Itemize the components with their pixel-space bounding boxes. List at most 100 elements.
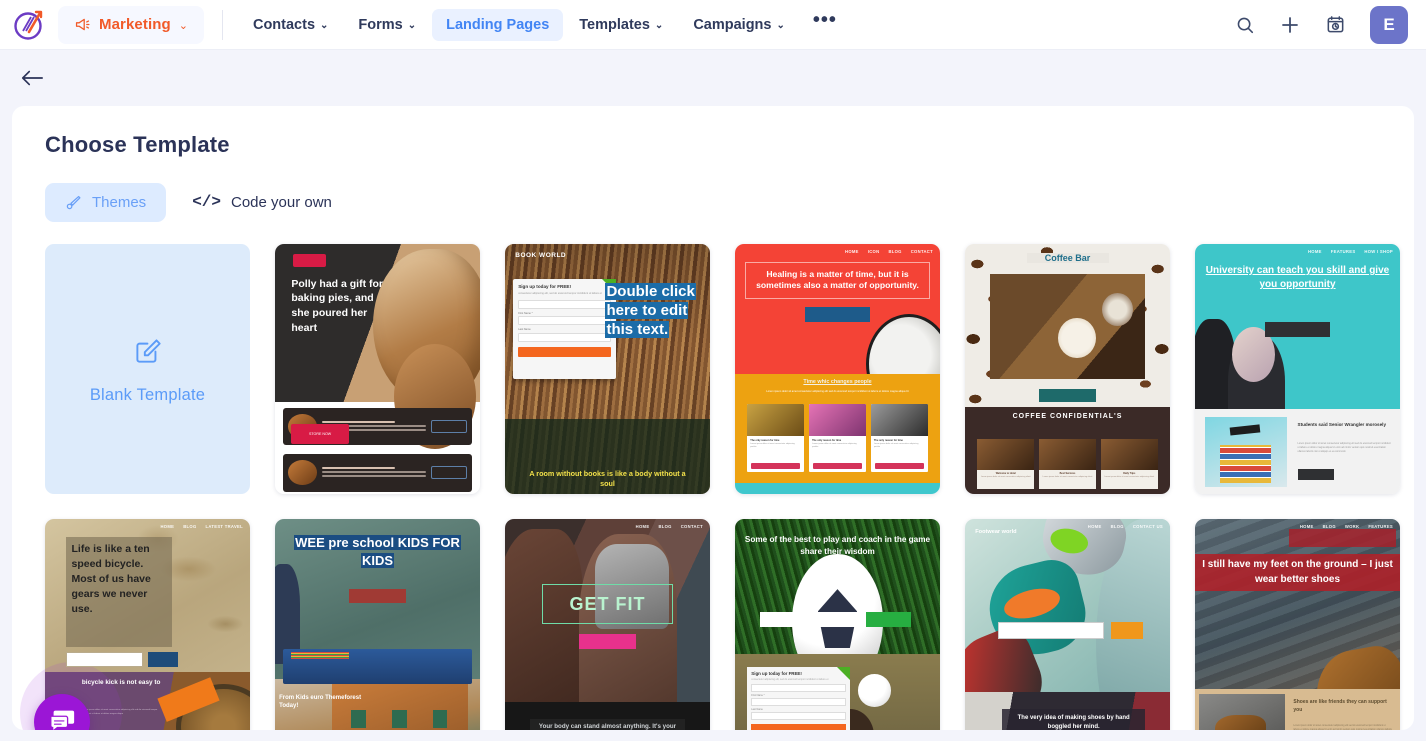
coffee-menu-button — [1038, 389, 1097, 402]
template-card-books[interactable]: BOOK WORLD Sign up today for FREE! conse… — [505, 244, 710, 494]
card-desc: Lorem ipsum dolor sit amet consectetur a… — [980, 476, 1031, 478]
books-signup-form: Sign up today for FREE! consectetur adip… — [513, 279, 616, 379]
main-menu: Contacts ⌄ Forms ⌄ Landing Pages Templat… — [239, 7, 849, 42]
healing-footer-strip — [735, 482, 940, 494]
shoes-lower-desc: Lorem ipsum dolor sit amet consectetur a… — [1293, 725, 1391, 730]
books-photo — [1205, 416, 1288, 487]
user-avatar[interactable]: E — [1370, 5, 1408, 44]
university-section-title: Students said Senior Wrangler morosely — [1297, 421, 1387, 427]
nav-item-landing-pages[interactable]: Landing Pages — [432, 8, 564, 41]
footwear-lower-title: The very idea of making shoes by hand bo… — [1017, 715, 1130, 730]
card-button — [813, 462, 862, 469]
healing-card: The only reason for time Lorem ipsum dol… — [870, 404, 928, 472]
healing-section-desc: Lorem ipsum dolor sit amet consectetur a… — [766, 390, 909, 394]
university-headline: University can teach you skill and give … — [1205, 265, 1390, 290]
ribbon-corner — [836, 666, 850, 680]
back-bar — [0, 50, 1426, 106]
template-grid: Blank Template Polly had a gift for baki… — [12, 222, 1414, 730]
template-card-getfit[interactable]: HOME BLOG CONTACT GET FIT Your body can st… — [505, 519, 710, 730]
getfit-quote: Your body can stand almost anything. It'… — [529, 719, 686, 730]
template-source-tabs: Themes </> Code your own — [12, 158, 1414, 222]
shoes-nav: HOME BLOG WORK FEATURES — [1299, 524, 1393, 529]
bakery-cta-button: STORE NOW — [291, 424, 349, 444]
coffee-section-title: COFFEE CONFIDENTIAL'S — [1012, 412, 1123, 420]
small-ball-image — [858, 674, 891, 707]
footwear-search-input — [997, 621, 1105, 639]
card-desc: Lorem ipsum dolor sit amet consectetur a… — [750, 443, 795, 449]
template-card-blank[interactable]: Blank Template — [45, 244, 250, 494]
footwear-nav: HOME BLOG CONTACT US — [1087, 524, 1163, 529]
card-desc: Lorem ipsum dolor sit amet consectetur a… — [1104, 476, 1155, 478]
coffee-card: Daily Trips Lorem ipsum dolor sit amet c… — [1100, 439, 1158, 489]
form-last-name-input — [518, 332, 611, 342]
getfit-headline: GET FIT — [541, 584, 674, 624]
shoes-nav-bar — [1289, 529, 1396, 547]
chevron-down-icon: ⌄ — [407, 20, 417, 31]
form-first-name-label: First Name * — [751, 694, 765, 698]
brand-logo[interactable] — [12, 8, 46, 42]
card-button — [874, 462, 924, 469]
books-footer-quote: A room without books is like a body with… — [529, 468, 686, 488]
coffee-card: Welcome to Hotel Lorem ipsum dolor sit a… — [977, 439, 1035, 489]
healing-nav: HOME ICON BLOG CONTACT — [845, 249, 933, 254]
card-button — [751, 462, 801, 469]
form-email-input — [518, 299, 611, 309]
bakery-product-row-2 — [283, 454, 472, 492]
product-text — [321, 466, 427, 479]
coffee-hero-photo — [989, 274, 1146, 379]
university-about-button — [1297, 469, 1335, 481]
form-first-name-label: First Name * — [518, 311, 533, 315]
bakery-logo-badge — [293, 254, 327, 267]
template-card-preschool[interactable]: WEE pre school KIDS FOR KIDS From Kids e… — [275, 519, 480, 730]
calendar-clock-icon[interactable] — [1325, 14, 1346, 35]
template-card-university[interactable]: HOME FEATURES HOW I SHOP University can te… — [1195, 244, 1400, 494]
template-card-footwear[interactable]: Footwear world HOME BLOG CONTACT US The ve… — [965, 519, 1170, 730]
template-card-shoes[interactable]: HOME BLOG WORK FEATURES I still have my fee… — [1195, 519, 1400, 730]
form-subtitle: consectetur adipiscing elit, sed do eius… — [751, 677, 829, 681]
preschool-lower-title: From Kids euro Themeforest Today! — [279, 695, 362, 710]
form-title: Sign up today for FREE! — [518, 284, 572, 289]
form-first-name-input — [518, 316, 611, 326]
coffee-brand: Coffee Bar — [1026, 252, 1109, 263]
nav-item-forms[interactable]: Forms ⌄ — [344, 9, 430, 41]
app-switcher-marketing[interactable]: Marketing ⌄ — [58, 5, 204, 44]
template-card-soccer[interactable]: Some of the best to play and coach in th… — [735, 519, 940, 730]
form-first-name-input — [751, 698, 846, 707]
search-icon[interactable] — [1235, 15, 1255, 35]
nav-item-templates[interactable]: Templates ⌄ — [565, 9, 677, 41]
nav-overflow-button[interactable]: ••• — [801, 7, 849, 42]
healing-card-row: The only reason for time Lorem ipsum dol… — [747, 404, 928, 472]
template-card-bakery[interactable]: Polly had a gift for baking pies, and sh… — [275, 244, 480, 494]
shoes-lower-photo — [1199, 694, 1286, 730]
template-card-coffee-bar[interactable]: Coffee Bar COFFEE CONFIDENTIAL'S Welcome… — [965, 244, 1170, 494]
template-card-healing[interactable]: HOME ICON BLOG CONTACT Healing is a matter … — [735, 244, 940, 494]
megaphone-icon — [74, 16, 91, 33]
nav-item-campaigns[interactable]: Campaigns ⌄ — [679, 9, 799, 41]
form-submit-button — [751, 724, 846, 730]
coffee-card: Best Services Lorem ipsum dolor sit amet… — [1039, 439, 1096, 489]
soccer-cta-button — [866, 611, 912, 627]
preschool-cta-button — [348, 589, 407, 603]
soccer-email-input — [759, 611, 863, 627]
tab-themes[interactable]: Themes — [45, 182, 167, 222]
card-desc: Lorem ipsum dolor sit amet consectetur a… — [873, 443, 919, 449]
nav-item-contacts[interactable]: Contacts ⌄ — [239, 9, 342, 41]
university-section-desc: Lorem ipsum dolor sit amet consectetur a… — [1297, 441, 1391, 453]
healing-headline: Healing is a matter of time, but it is s… — [745, 261, 930, 299]
bicycle-lower-desc: Lorem ipsum dolor sit amet consectetur a… — [81, 709, 158, 715]
shoes-headline: I still have my feet on the ground – I j… — [1195, 554, 1400, 591]
nav-label-forms: Forms — [358, 16, 403, 33]
university-nav: HOME FEATURES HOW I SHOP — [1307, 249, 1393, 254]
bicycle-nav: HOME BLOG LATEST TRAVEL — [160, 524, 243, 529]
chevron-down-icon: ⌄ — [776, 20, 785, 31]
healing-card: The only reason for time Lorem ipsum dol… — [809, 404, 866, 472]
form-email-input — [751, 684, 846, 693]
tab-code-your-own[interactable]: </> Code your own — [172, 182, 352, 222]
top-navigation-bar: Marketing ⌄ Contacts ⌄ Forms ⌄ Landing P… — [0, 0, 1426, 50]
chevron-down-icon: ⌄ — [654, 20, 664, 31]
plus-icon[interactable] — [1279, 14, 1301, 36]
athlete-image-1 — [505, 529, 583, 730]
back-arrow-icon[interactable] — [14, 62, 50, 94]
card-desc: Lorem ipsum dolor sit amet consectetur a… — [812, 443, 857, 449]
shoes-lower-title: Shoes are like friends they can support … — [1293, 699, 1387, 713]
